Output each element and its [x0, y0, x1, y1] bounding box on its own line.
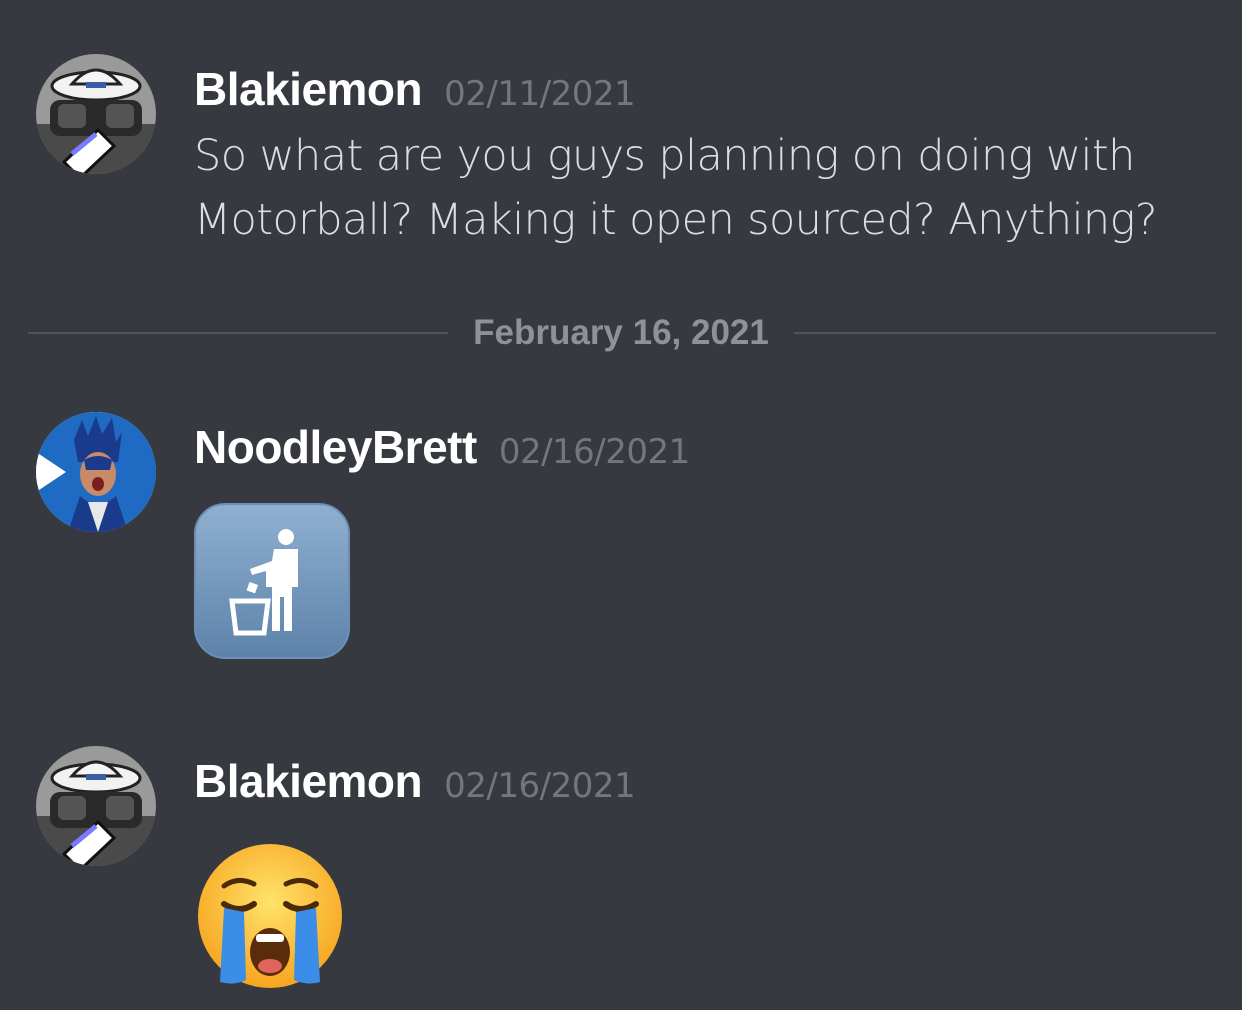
avatar-noodleybrett-icon: [36, 412, 156, 532]
date-divider: February 16, 2021: [28, 307, 1216, 359]
timestamp[interactable]: 02/16/2021: [444, 766, 635, 806]
avatar[interactable]: [36, 412, 156, 532]
username[interactable]: NoodleyBrett: [194, 421, 477, 473]
chat-log: Blakiemon 02/11/2021 So what are you guys…: [0, 0, 1242, 1010]
divider-line: [28, 332, 448, 334]
avatar-blakiemon-icon: [36, 54, 156, 174]
divider-line: [794, 332, 1216, 334]
timestamp[interactable]: 02/16/2021: [499, 432, 690, 472]
avatar-blakiemon-icon: [36, 746, 156, 866]
username[interactable]: Blakiemon: [194, 63, 423, 115]
avatar[interactable]: [36, 746, 156, 866]
loudly-crying-face-emoji[interactable]: [194, 842, 350, 994]
litter-in-bin-emoji[interactable]: [194, 503, 350, 663]
loudly-crying-face-icon: [198, 844, 342, 988]
date-divider-label: February 16, 2021: [473, 313, 769, 352]
avatar[interactable]: [36, 54, 156, 174]
message-text: So what are you guys planning on doing w…: [194, 131, 1158, 245]
username[interactable]: Blakiemon: [194, 755, 423, 807]
litter-in-bin-icon: [194, 503, 350, 659]
timestamp[interactable]: 02/11/2021: [444, 74, 635, 114]
